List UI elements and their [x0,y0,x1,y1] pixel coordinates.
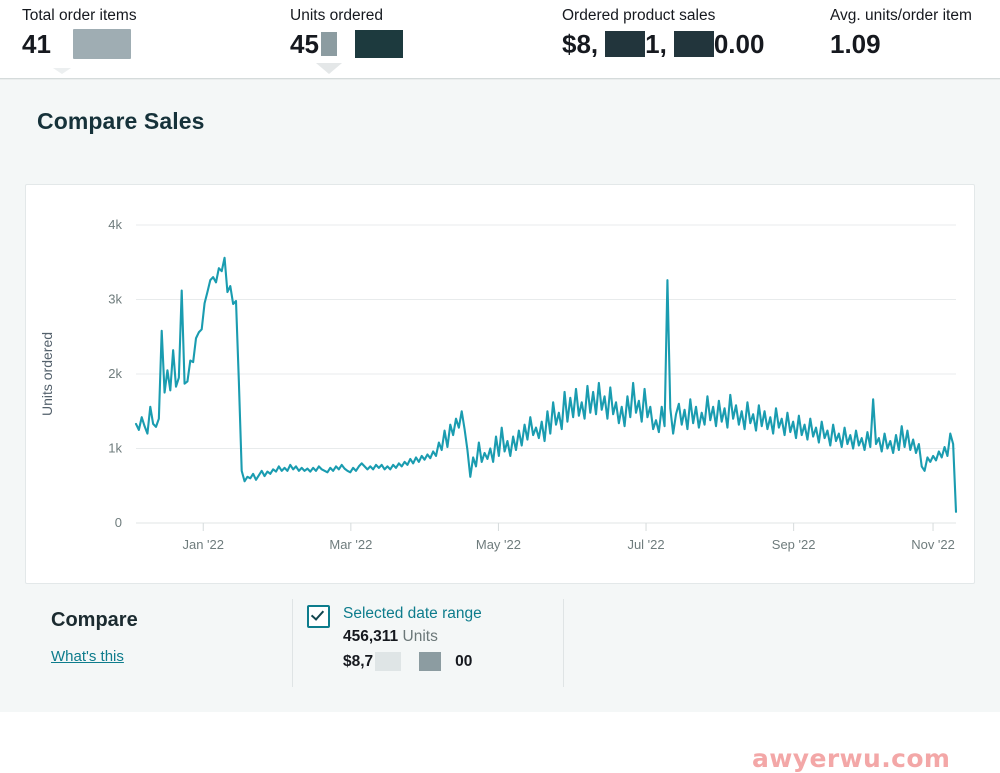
legend-series-label[interactable]: Selected date range [343,603,482,624]
x-axis-tick-label: Mar '22 [329,537,372,552]
x-axis-tick-label: Nov '22 [911,537,955,552]
y-axis-tick-label: 4k [108,217,122,232]
kpi-ordered-product-sales: Ordered product sales $8, 1, 0.00 [562,6,764,61]
redaction-block [320,32,337,56]
legend-units-suffix: Units [402,628,438,645]
kpi-label: Ordered product sales [562,7,716,24]
redaction-block [72,29,131,59]
kpi-value-text: 45 [290,29,319,59]
kpi-label: Units ordered [290,7,384,24]
redaction-block [354,30,403,58]
legend-sales-row: $8,7 00 [343,649,482,674]
y-axis-tick-label: 0 [115,515,122,530]
redaction-block [419,652,442,671]
kpi-value-text: 1.09 [830,29,881,59]
legend-units-value: 456,311 [343,628,399,645]
units-ordered-line-chart[interactable]: 0 1k 2k 3k 4k Units ordered Jan '22 Mar '22 May … [26,185,974,583]
y-axis-tick-label: 2k [108,366,122,381]
kpi-pointer-arrow [53,68,71,74]
selected-date-range-checkbox[interactable] [307,605,330,628]
y-axis-title: Units ordered [39,332,55,416]
page-title: Compare Sales [37,108,205,134]
kpi-value-text: 41 [22,29,51,59]
site-watermark: awyerwu.com [752,744,951,773]
kpi-total-order-items: Total order items 41 [22,6,137,61]
kpi-value-text: $8, [562,29,599,59]
chart-series-line [134,256,958,513]
x-axis-tick-label: May '22 [476,537,521,552]
kpi-avg-units-per-order-item: Avg. units/order item 1.09 [830,6,972,61]
kpi-value: 45 [290,27,403,61]
kpi-label: Total order items [22,7,137,24]
redaction-block [375,652,402,671]
compare-sales-page: Compare Sales 0 1k 2k 3k 4k Units ordered Jan … [0,79,1000,773]
whats-this-link[interactable]: What's this [51,648,124,665]
kpi-units-ordered: Units ordered 45 [290,6,403,61]
redaction-block [673,31,714,57]
kpi-pointer-arrow [316,63,342,74]
x-axis-tick-label: Sep '22 [772,537,816,552]
kpi-strip: Total order items 41 Units ordered 45 Or… [0,0,1000,79]
redaction-block [605,31,646,57]
compare-heading: Compare [51,609,138,631]
y-axis-tick-label: 1k [108,441,122,456]
legend-panel: Selected date range 456,311 Units $8,7 0… [292,599,564,687]
kpi-label: Avg. units/order item [830,7,972,24]
y-axis-tick-label: 3k [108,292,122,307]
kpi-value: $8, 1, 0.00 [562,27,764,61]
sales-chart-card: 0 1k 2k 3k 4k Units ordered Jan '22 Mar '22 May … [25,184,975,584]
kpi-value: 41 [22,27,137,61]
legend-units-row: 456,311 Units [343,624,482,649]
kpi-value-text: 0.00 [713,29,765,59]
legend-sales-suffix: 00 [455,653,473,670]
kpi-value-text: 1, [645,29,667,59]
legend-sales-prefix: $8,7 [343,653,374,670]
x-axis-tick-label: Jul '22 [627,537,664,552]
x-axis-tick-label: Jan '22 [182,537,224,552]
kpi-value: 1.09 [830,27,972,61]
